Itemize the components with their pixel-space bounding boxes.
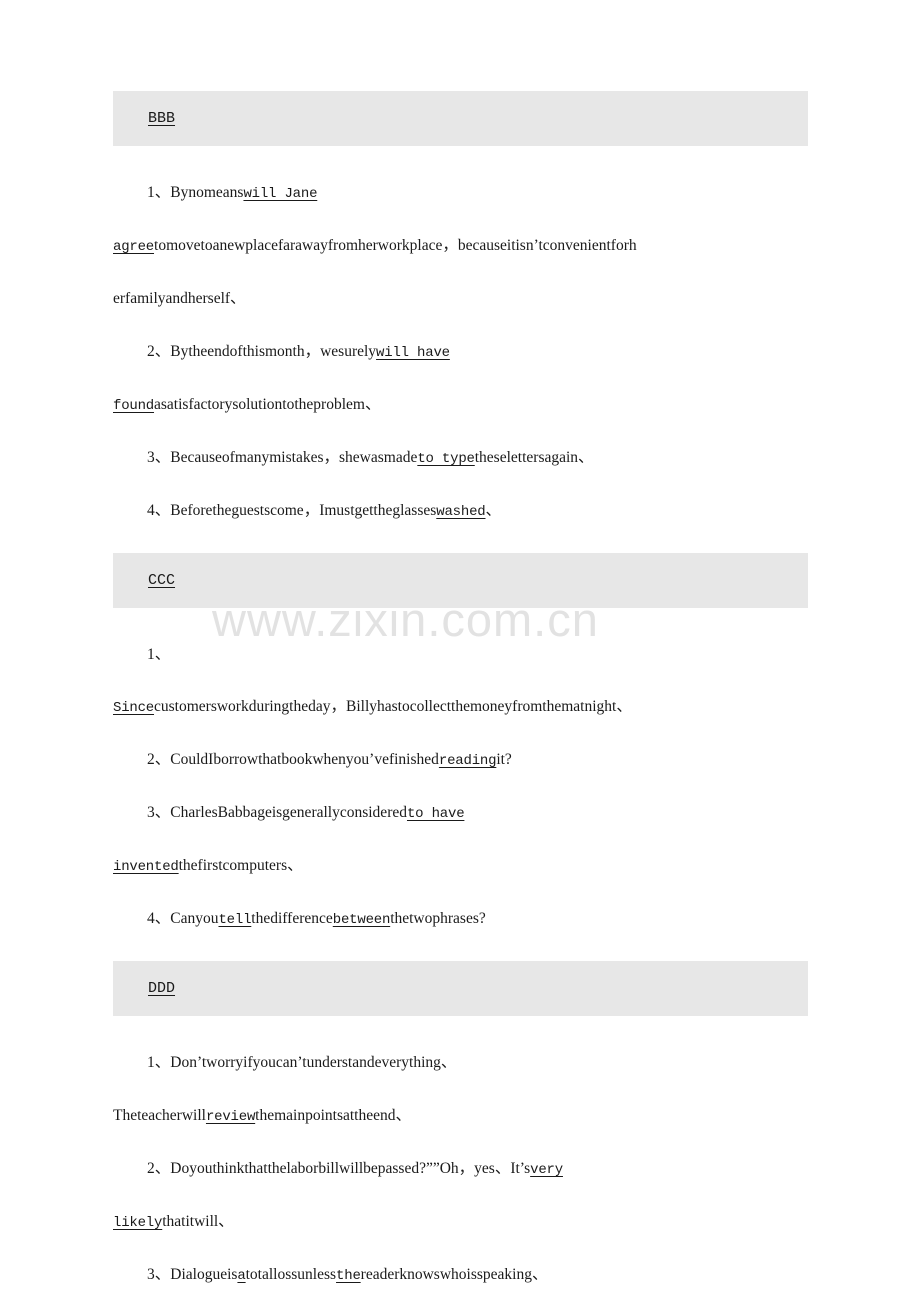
sentence-text: thetwophrases? — [390, 910, 486, 927]
sentence-text: Doyouthinkthatthelaborbillwillbepassed?”… — [170, 1159, 531, 1177]
answer-blank-text: will Jane — [243, 186, 318, 202]
item-number: 3、 — [147, 448, 171, 466]
document-body: BBB 1、Bynomeanswill Jane agreetomovetoan… — [113, 91, 808, 1283]
answer-item-line: 2、Doyouthinkthatthelaborbillwillbepassed… — [113, 1159, 808, 1178]
section-heading-label: BBB — [148, 110, 176, 127]
sentence-text: CouldIborrowthatbookwhenyou’vefinished — [170, 751, 439, 768]
section-heading-band: BBB — [113, 91, 808, 146]
sentence-text: Canyou — [170, 910, 219, 927]
item-number: 4、 — [147, 501, 171, 519]
sentence-text: 、 — [485, 501, 502, 519]
answer-item-line: 2、Bytheendofthismonth，wesurelywill have — [113, 342, 808, 361]
sentence-text: thatitwill、 — [162, 1212, 234, 1230]
sentence-text: thefirstcomputers、 — [178, 857, 303, 874]
answer-item-wrapped-line: inventedthefirstcomputers、 — [113, 858, 808, 874]
sentence-text: tomovetoanewplacefarawayfromherworkplace… — [154, 237, 637, 254]
sentence-text: it? — [496, 751, 512, 768]
item-number: 3、 — [147, 1265, 171, 1283]
item-number: 2、 — [147, 342, 171, 360]
answer-blank-text: found — [113, 397, 155, 414]
answer-blank-text: washed — [436, 503, 486, 520]
answer-item-wrapped-line: erfamilyandherself、 — [113, 291, 808, 307]
sentence-text: Bytheendofthismonth，wesurely — [170, 342, 377, 360]
sentence-text: customersworkduringtheday，Billyhastocoll… — [154, 698, 632, 715]
sentence-text: Beforetheguestscome，Imustgettheglasses — [170, 501, 437, 519]
sentence-text: Becauseofmanymistakes，shewasmade — [170, 448, 418, 466]
answer-blank-text: invented — [113, 859, 179, 875]
item-number: 1、 — [147, 645, 171, 663]
sentence-text: Theteacherwill — [113, 1106, 206, 1124]
item-number: 3、 — [147, 804, 171, 821]
sentence-text: themainpointsattheend、 — [255, 1106, 411, 1124]
item-number: 2、 — [147, 1159, 171, 1177]
answer-item-line: 2、CouldIborrowthatbookwhenyou’vefinished… — [113, 752, 808, 768]
answer-item-line: 3、Dialogueisatotallossunlessthereaderkno… — [113, 1265, 808, 1284]
answer-item-line: 1、Bynomeanswill Jane — [113, 185, 808, 201]
sentence-text: thedifference — [251, 910, 333, 927]
answer-blank-text: likely — [113, 1214, 163, 1231]
sentence-text: asatisfactorysolutiontotheproblem、 — [154, 395, 381, 413]
sentence-text: erfamilyandherself、 — [113, 290, 246, 307]
document-page: www.zixin.com.cn BBB 1、Bynomeanswill Jan… — [0, 0, 920, 1302]
answer-item-line: 1、Don’tworryifyoucan’tunderstandeverythi… — [113, 1055, 808, 1071]
section-heading-band: DDD — [113, 961, 808, 1016]
item-number: 1、 — [147, 184, 171, 201]
answer-item-wrapped-line: foundasatisfactorysolutiontotheproblem、 — [113, 395, 808, 414]
answer-blank-text: a — [237, 1267, 246, 1284]
answer-item-line: 3、Becauseofmanymistakes，shewasmadeto typ… — [113, 448, 808, 467]
sentence-text: readerknowswhoisspeaking、 — [360, 1265, 548, 1283]
sentence-text: totallossunless — [245, 1265, 337, 1283]
answer-blank-text: to have — [406, 806, 465, 822]
answer-blank-text: will have — [376, 344, 450, 361]
answer-blank-text: review — [205, 1108, 256, 1125]
answer-blank-text: the — [336, 1267, 361, 1284]
answer-item-line: 3、CharlesBabbageisgenerallyconsideredto … — [113, 805, 808, 821]
item-number: 4、 — [147, 910, 171, 927]
answer-blank-text: agree — [113, 239, 155, 255]
item-number: 1、 — [147, 1054, 171, 1071]
sentence-text: theselettersagain、 — [474, 448, 594, 466]
answer-blank-text: Since — [113, 700, 155, 716]
item-number: 2、 — [147, 751, 171, 768]
sentence-text: Don’tworryifyoucan’tunderstandeverything… — [170, 1054, 457, 1071]
section-heading-label: CCC — [148, 571, 176, 589]
sentence-text: CharlesBabbageisgenerallyconsidered — [170, 804, 407, 821]
answer-blank-text: between — [332, 912, 391, 928]
answer-item-wrapped-line: Sincecustomersworkduringtheday，Billyhast… — [113, 699, 808, 715]
answer-blank-text: to type — [417, 450, 475, 467]
section-heading-label: DDD — [148, 980, 176, 997]
answer-item-wrapped-line: Theteacherwillreviewthemainpointsattheen… — [113, 1106, 808, 1125]
answer-item-line: 1、 — [113, 645, 808, 663]
answer-item-line: 4、Canyoutellthedifferencebetweenthetwoph… — [113, 911, 808, 927]
section-heading-band: CCC — [113, 552, 808, 608]
answer-blank-text: tell — [218, 912, 252, 928]
answer-blank-text: reading — [438, 753, 497, 769]
sentence-text: Bynomeans — [170, 184, 244, 201]
answer-item-wrapped-line: likelythatitwill、 — [113, 1212, 808, 1231]
answer-blank-text: very — [530, 1161, 563, 1178]
sentence-text: Dialogueis — [170, 1265, 238, 1283]
answer-item-line: 4、Beforetheguestscome，Imustgettheglasses… — [113, 501, 808, 520]
answer-item-wrapped-line: agreetomovetoanewplacefarawayfromherwork… — [113, 238, 808, 254]
